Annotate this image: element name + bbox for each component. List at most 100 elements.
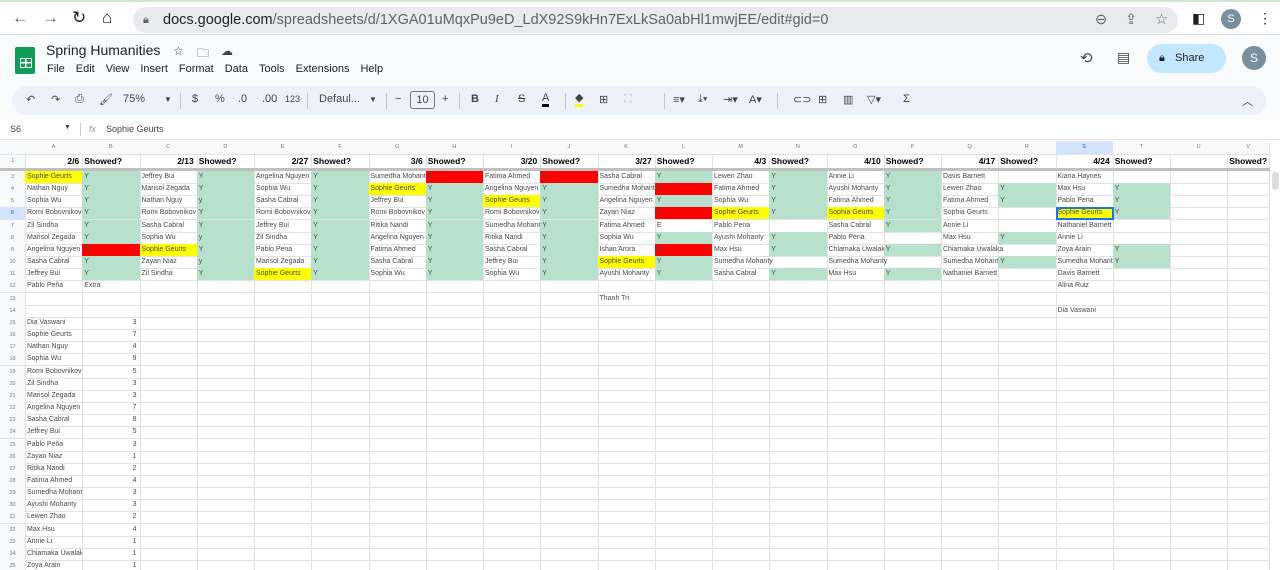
attendance-cell[interactable]: Y (540, 268, 599, 282)
student-name-cell[interactable]: Max Hsu (941, 231, 1000, 245)
attendance-cell[interactable]: E (654, 219, 713, 233)
empty-cell[interactable] (254, 511, 313, 525)
student-name-cell[interactable]: Nathaniel Barnett (941, 268, 1000, 282)
student-name-cell[interactable]: Nathan Nguy (25, 183, 84, 197)
empty-cell[interactable] (1227, 183, 1270, 197)
student-name-cell[interactable]: Sumedha Mohanty (25, 487, 84, 501)
attendance-cell[interactable]: Y (425, 268, 484, 282)
column-header-I[interactable]: I (483, 141, 542, 155)
empty-cell[interactable] (425, 292, 484, 306)
student-name-cell[interactable]: Zil Sindha (25, 219, 84, 233)
empty-cell[interactable] (196, 329, 255, 343)
empty-cell[interactable] (998, 353, 1057, 367)
sidebar-icon[interactable]: ◧ (1192, 10, 1205, 27)
student-name-cell[interactable]: Angelina Nguyen (483, 183, 542, 197)
student-name-cell[interactable]: Sumedha Mohanty (712, 256, 773, 270)
empty-cell[interactable] (1112, 475, 1171, 488)
attendance-count-cell[interactable]: 2 (82, 462, 141, 476)
empty-cell[interactable] (425, 414, 484, 428)
empty-cell[interactable] (425, 499, 484, 513)
empty-cell[interactable] (998, 487, 1057, 501)
attendance-cell[interactable]: Y (82, 195, 141, 209)
attendance-cell[interactable]: y (196, 231, 255, 245)
italic-button[interactable]: I (495, 93, 499, 105)
empty-cell[interactable] (654, 316, 713, 330)
empty-cell[interactable] (254, 353, 313, 367)
empty-cell[interactable] (1227, 171, 1270, 184)
more-formats-button[interactable]: 123 (285, 94, 300, 104)
empty-cell[interactable] (1170, 389, 1229, 403)
empty-cell[interactable] (712, 316, 771, 330)
student-name-cell[interactable]: Ayushi Mohanty (25, 499, 84, 513)
student-name-cell[interactable]: Annie Li (1055, 231, 1114, 245)
empty-cell[interactable] (654, 353, 713, 367)
empty-cell[interactable] (196, 462, 255, 476)
student-name-cell[interactable]: Annie Li (25, 535, 84, 549)
empty-cell[interactable] (941, 341, 1000, 355)
empty-cell[interactable] (1227, 535, 1270, 549)
date-header-cell[interactable]: Showed? (311, 155, 370, 169)
empty-cell[interactable] (826, 365, 885, 379)
empty-cell[interactable] (1227, 462, 1270, 476)
empty-cell[interactable] (712, 426, 771, 440)
student-name-cell[interactable]: Sasha Cabral (25, 414, 84, 428)
empty-cell[interactable] (826, 377, 885, 391)
attendance-cell[interactable]: Y (540, 195, 599, 209)
empty-cell[interactable] (1055, 402, 1114, 416)
row-header[interactable]: 27 (0, 462, 26, 476)
merge-cells-icon[interactable]: ⛶ (624, 93, 632, 106)
empty-cell[interactable] (1112, 402, 1171, 416)
row-header[interactable]: 25 (0, 438, 26, 452)
empty-cell[interactable] (597, 487, 656, 501)
student-name-cell[interactable]: Ayushi Mohanty (597, 268, 656, 282)
empty-cell[interactable] (311, 426, 370, 440)
empty-cell[interactable] (1055, 475, 1114, 488)
student-name-cell[interactable]: Chiamaka Uwalaka (826, 243, 885, 257)
student-name-cell[interactable]: Fatima Ahmed (712, 183, 771, 197)
empty-cell[interactable] (139, 341, 198, 355)
attendance-cell[interactable]: Y (1112, 243, 1171, 257)
empty-cell[interactable] (483, 292, 542, 306)
chevron-down-icon[interactable]: ▼ (64, 124, 71, 131)
student-name-cell[interactable]: Sophie Geurts (483, 195, 542, 209)
empty-cell[interactable] (1112, 487, 1171, 501)
attendance-cell[interactable]: Y (769, 195, 828, 209)
empty-cell[interactable] (311, 547, 370, 561)
empty-cell[interactable] (998, 511, 1057, 525)
date-header-cell[interactable]: 4/24 (1055, 155, 1114, 169)
student-name-cell[interactable]: Dia Vaswani (25, 316, 84, 330)
empty-cell[interactable] (1227, 316, 1270, 330)
empty-cell[interactable] (1112, 304, 1171, 318)
empty-cell[interactable] (1170, 219, 1229, 233)
student-name-cell[interactable]: Jeffrey Bui (483, 256, 542, 270)
date-header-cell[interactable]: Showed? (769, 155, 828, 169)
student-name-cell[interactable]: Max Hsu (712, 243, 771, 257)
date-header-cell[interactable]: 2/6 (25, 155, 84, 169)
sheets-logo-icon[interactable] (15, 47, 35, 74)
column-header-P[interactable]: P (883, 141, 942, 155)
empty-cell[interactable] (883, 499, 942, 513)
row-header[interactable]: 33 (0, 535, 26, 549)
percent-format-button[interactable]: % (215, 93, 225, 105)
column-header-E[interactable]: E (254, 141, 313, 155)
row-header[interactable]: 17 (0, 341, 26, 355)
student-name-cell[interactable]: Sophia Geurts (941, 207, 1000, 221)
attendance-count-cell[interactable]: 5 (82, 365, 141, 379)
attendance-cell[interactable]: Y (311, 243, 370, 257)
empty-cell[interactable] (369, 560, 427, 570)
empty-cell[interactable] (1112, 377, 1171, 391)
empty-cell[interactable] (483, 316, 542, 330)
empty-cell[interactable] (1112, 499, 1171, 513)
empty-cell[interactable] (654, 438, 713, 452)
empty-cell[interactable] (483, 280, 542, 294)
empty-cell[interactable] (769, 523, 828, 537)
empty-cell[interactable] (941, 316, 1000, 330)
student-name-cell[interactable]: Dia Vaswani (1055, 304, 1114, 318)
row-header[interactable]: 24 (0, 426, 26, 440)
empty-cell[interactable] (769, 499, 828, 513)
empty-cell[interactable] (769, 353, 828, 367)
empty-cell[interactable] (998, 207, 1057, 221)
text-rotation-icon[interactable]: A▾ (749, 93, 762, 106)
empty-cell[interactable] (712, 511, 771, 525)
empty-cell[interactable] (597, 547, 656, 561)
